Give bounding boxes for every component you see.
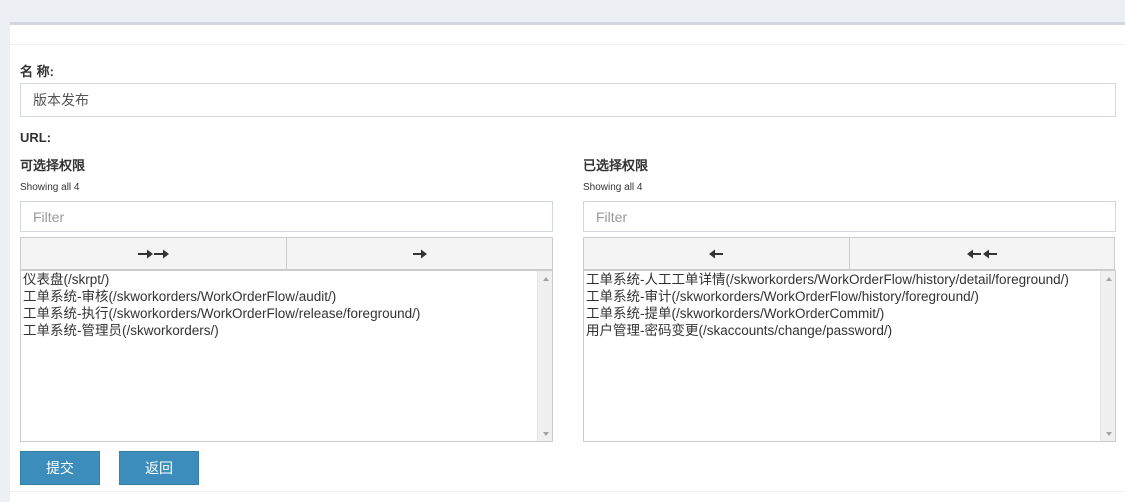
card-header-divider [10,44,1125,45]
available-options-list[interactable]: 仪表盘(/skrpt/) 工单系统-审核(/skworkorders/WorkO… [20,270,553,442]
double-arrow-right-icon [137,248,170,260]
arrow-right-icon [412,248,428,260]
url-label: URL: [20,130,52,145]
available-title: 可选择权限 [20,158,86,173]
list-item[interactable]: 用户管理-密码变更(/skaccounts/change/password/) [586,322,1098,339]
move-selected-button[interactable] [286,238,552,269]
list-item[interactable]: 仪表盘(/skrpt/) [23,271,535,288]
submit-button[interactable]: 提交 [20,451,100,485]
available-filter-input[interactable] [20,201,553,232]
scroll-down-icon[interactable] [1101,426,1115,441]
list-item[interactable]: 工单系统-人工工单详情(/skworkorders/WorkOrderFlow/… [586,271,1098,288]
double-arrow-left-icon [966,248,998,260]
list-item[interactable]: 工单系统-审核(/skworkorders/WorkOrderFlow/audi… [23,288,535,305]
scrollbar[interactable] [537,271,552,441]
selected-count: Showing all 4 [583,182,643,193]
available-options: 仪表盘(/skrpt/) 工单系统-审核(/skworkorders/WorkO… [23,271,535,339]
available-move-buttons [20,237,553,270]
list-item[interactable]: 工单系统-提单(/skworkorders/WorkOrderCommit/) [586,305,1098,322]
list-item[interactable]: 工单系统-审计(/skworkorders/WorkOrderFlow/hist… [586,288,1098,305]
selected-title: 已选择权限 [583,158,649,173]
list-item[interactable]: 工单系统-管理员(/skworkorders/) [23,322,535,339]
list-item[interactable]: 工单系统-执行(/skworkorders/WorkOrderFlow/rele… [23,305,535,322]
form-card: 名 称: URL: 可选择权限 Showing all 4 仪表盘(/skrpt… [10,22,1125,502]
scrollbar[interactable] [1100,271,1115,441]
selected-options-list[interactable]: 工单系统-人工工单详情(/skworkorders/WorkOrderFlow/… [583,270,1116,442]
scroll-up-icon[interactable] [538,271,552,286]
move-all-button[interactable] [21,238,286,269]
card-footer-divider [10,491,1125,492]
selected-filter-input[interactable] [583,201,1116,232]
selected-options: 工单系统-人工工单详情(/skworkorders/WorkOrderFlow/… [586,271,1098,339]
name-input[interactable] [20,83,1116,117]
available-count: Showing all 4 [20,182,80,193]
back-button[interactable]: 返回 [119,451,199,485]
remove-all-button[interactable] [848,238,1115,269]
arrow-left-icon [708,248,724,260]
scroll-down-icon[interactable] [538,426,552,441]
remove-selected-button[interactable] [584,238,849,269]
name-label: 名 称: [20,64,54,79]
selected-move-buttons [583,237,1115,270]
scroll-up-icon[interactable] [1101,271,1115,286]
